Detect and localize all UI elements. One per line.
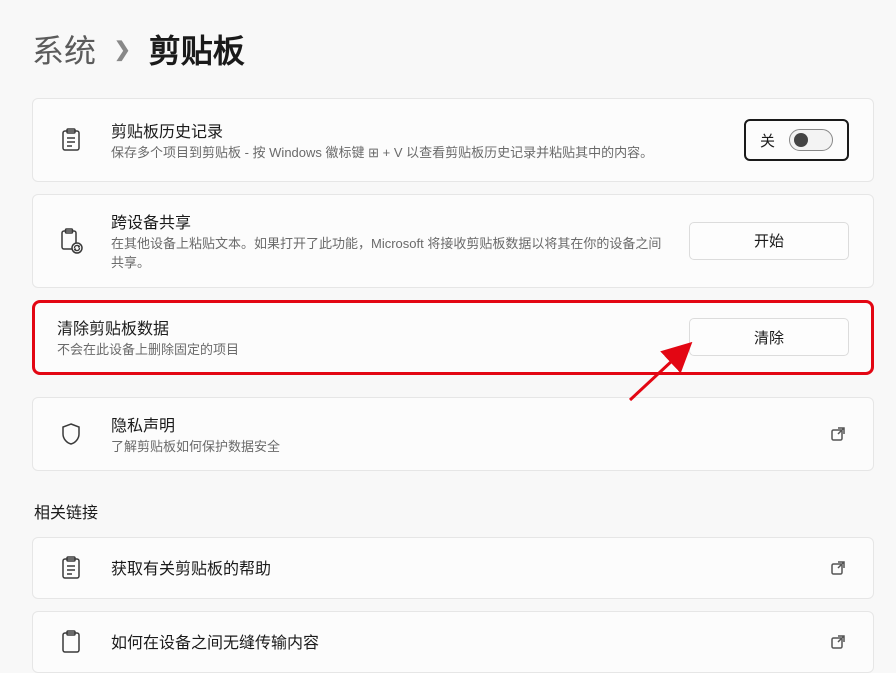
privacy-title: 隐私声明: [111, 412, 817, 436]
open-external-icon: [827, 557, 849, 579]
sync-desc: 在其他设备上粘贴文本。如果打开了此功能，Microsoft 将接收剪贴板数据以将…: [111, 235, 671, 273]
clipboard-history-desc: 保存多个项目到剪贴板 - 按 Windows 徽标键 ⊞ + V 以查看剪贴板历…: [111, 144, 734, 163]
sync-title: 跨设备共享: [111, 209, 679, 233]
start-button[interactable]: 开始: [689, 222, 849, 260]
chevron-right-icon: ❯: [114, 37, 131, 62]
clear-desc: 不会在此设备上删除固定的项目: [57, 341, 679, 360]
related-transfer-title: 如何在设备之间无缝传输内容: [111, 629, 817, 653]
clipboard-list-icon: [57, 554, 85, 582]
clipboard-icon: [57, 628, 85, 656]
setting-clear-clipboard: 清除剪贴板数据 不会在此设备上删除固定的项目 清除: [32, 300, 874, 375]
breadcrumb-parent[interactable]: 系统: [32, 26, 96, 72]
toggle-state-label: 关: [760, 130, 775, 151]
open-external-icon: [827, 631, 849, 653]
setting-sync-devices: 跨设备共享 在其他设备上粘贴文本。如果打开了此功能，Microsoft 将接收剪…: [32, 194, 874, 288]
related-help-title: 获取有关剪贴板的帮助: [111, 555, 817, 579]
clipboard-sync-icon: [57, 227, 85, 255]
toggle-knob: [794, 133, 808, 147]
clipboard-history-title: 剪贴板历史记录: [111, 118, 734, 142]
related-help[interactable]: 获取有关剪贴板的帮助: [32, 537, 874, 599]
clipboard-history-toggle[interactable]: [789, 129, 833, 151]
clear-title: 清除剪贴板数据: [57, 315, 679, 339]
related-links-label: 相关链接: [34, 499, 874, 523]
setting-clipboard-history: 剪贴板历史记录 保存多个项目到剪贴板 - 按 Windows 徽标键 ⊞ + V…: [32, 98, 874, 182]
clipboard-list-icon: [57, 126, 85, 154]
shield-icon: [57, 420, 85, 448]
clipboard-history-toggle-wrap: 关: [744, 119, 849, 161]
page-title: 剪贴板: [149, 26, 245, 72]
clear-button[interactable]: 清除: [689, 318, 849, 356]
open-external-icon: [827, 423, 849, 445]
privacy-desc: 了解剪贴板如何保护数据安全: [111, 438, 817, 457]
setting-privacy[interactable]: 隐私声明 了解剪贴板如何保护数据安全: [32, 397, 874, 472]
related-transfer[interactable]: 如何在设备之间无缝传输内容: [32, 611, 874, 673]
breadcrumb: 系统 ❯ 剪贴板: [32, 26, 874, 72]
